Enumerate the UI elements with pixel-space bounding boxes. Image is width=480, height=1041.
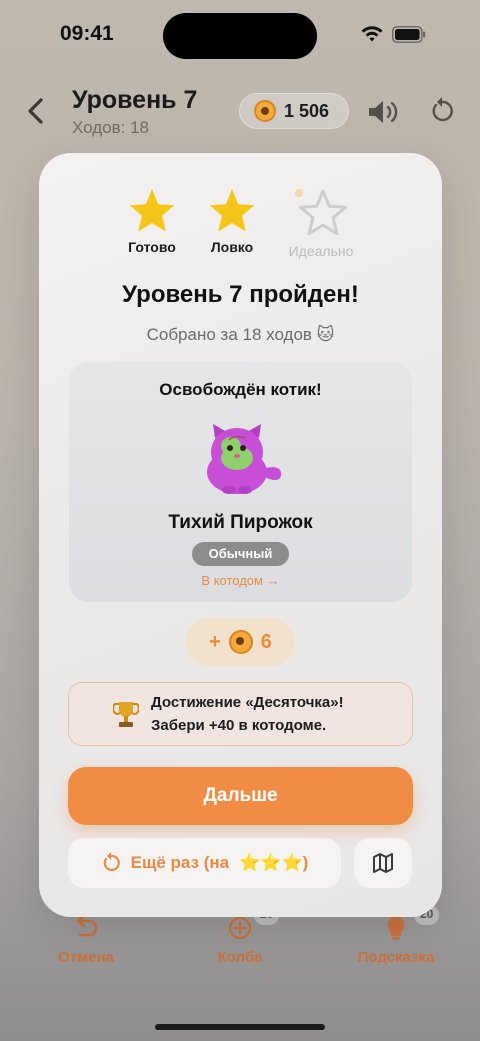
- flask-label: Колба: [217, 949, 263, 966]
- rarity-badge: Обычный: [192, 542, 289, 566]
- back-chevron-icon[interactable]: [22, 94, 50, 128]
- paw-coin-icon: [228, 630, 253, 654]
- star-3-label: Идеально: [288, 243, 354, 259]
- wifi-icon: [361, 26, 383, 42]
- coins-value: 1 506: [284, 100, 330, 121]
- undo-label: Отмена: [58, 949, 114, 966]
- retry-button[interactable]: Ещё раз (на ⭐⭐⭐): [68, 838, 341, 888]
- star-2: Ловко: [187, 187, 277, 255]
- trophy-icon: [113, 702, 139, 727]
- filled-star-icon: [129, 189, 175, 232]
- restart-icon[interactable]: [428, 96, 456, 126]
- speaker-icon[interactable]: [366, 97, 400, 127]
- level-complete-title: Уровень 7 пройден!: [122, 281, 359, 308]
- freed-cat-card: Освобождён котик! Тихий Пирожок Обычный …: [69, 362, 412, 602]
- retry-label: Ещё раз (на: [130, 853, 230, 872]
- map-icon: [373, 853, 393, 873]
- add-flask-icon: [228, 916, 252, 940]
- game-header: Уровень 7 Ходов: 18 1 506: [0, 78, 480, 148]
- reward-amount: 6: [260, 630, 272, 653]
- empty-star-icon: [295, 189, 347, 236]
- star-rating: Готово Ловко Идеально: [39, 187, 442, 267]
- filled-star-icon: [209, 189, 255, 232]
- coin-reward: + 6: [186, 618, 295, 666]
- reward-prefix: +: [209, 630, 221, 653]
- status-bar: 09:41: [0, 0, 480, 70]
- achievement-subtitle: Забери +40 в котодоме.: [151, 717, 327, 734]
- star-1-label: Готово: [128, 239, 176, 255]
- star-3: Идеально: [276, 187, 366, 259]
- catdom-link[interactable]: В котодом →: [69, 573, 412, 588]
- undo-icon: [76, 914, 98, 937]
- status-time: 09:41: [60, 22, 114, 45]
- star-1: Готово: [107, 187, 197, 255]
- cat-name: Тихий Пирожок: [168, 512, 313, 533]
- retry-stars: ⭐⭐⭐): [239, 853, 309, 872]
- cat-illustration-icon: [207, 424, 282, 494]
- home-indicator: [155, 1024, 325, 1030]
- freed-cat-title: Освобождён котик!: [159, 380, 322, 399]
- battery-icon: [392, 26, 426, 43]
- achievement-banner[interactable]: Достижение «Десяточка»! Забери +40 в кот…: [68, 682, 413, 746]
- star-2-label: Ловко: [210, 239, 254, 255]
- level-title: Уровень 7: [72, 86, 198, 114]
- map-button[interactable]: [354, 838, 412, 888]
- paw-coin-icon: [254, 100, 276, 122]
- next-button[interactable]: Дальше: [68, 767, 413, 825]
- lightbulb-icon: [387, 916, 405, 940]
- collected-moves-text: Собрано за 18 ходов 🐱: [146, 325, 335, 344]
- dynamic-island: [163, 13, 317, 59]
- retry-icon: [103, 852, 120, 872]
- level-complete-modal: Готово Ловко Идеально Уровень 7 пройден!…: [39, 153, 442, 917]
- hint-label: Подсказка: [357, 949, 435, 966]
- coins-balance[interactable]: 1 506: [239, 93, 349, 129]
- moves-count: Ходов: 18: [72, 118, 149, 137]
- achievement-title: Достижение «Десяточка»!: [151, 694, 344, 711]
